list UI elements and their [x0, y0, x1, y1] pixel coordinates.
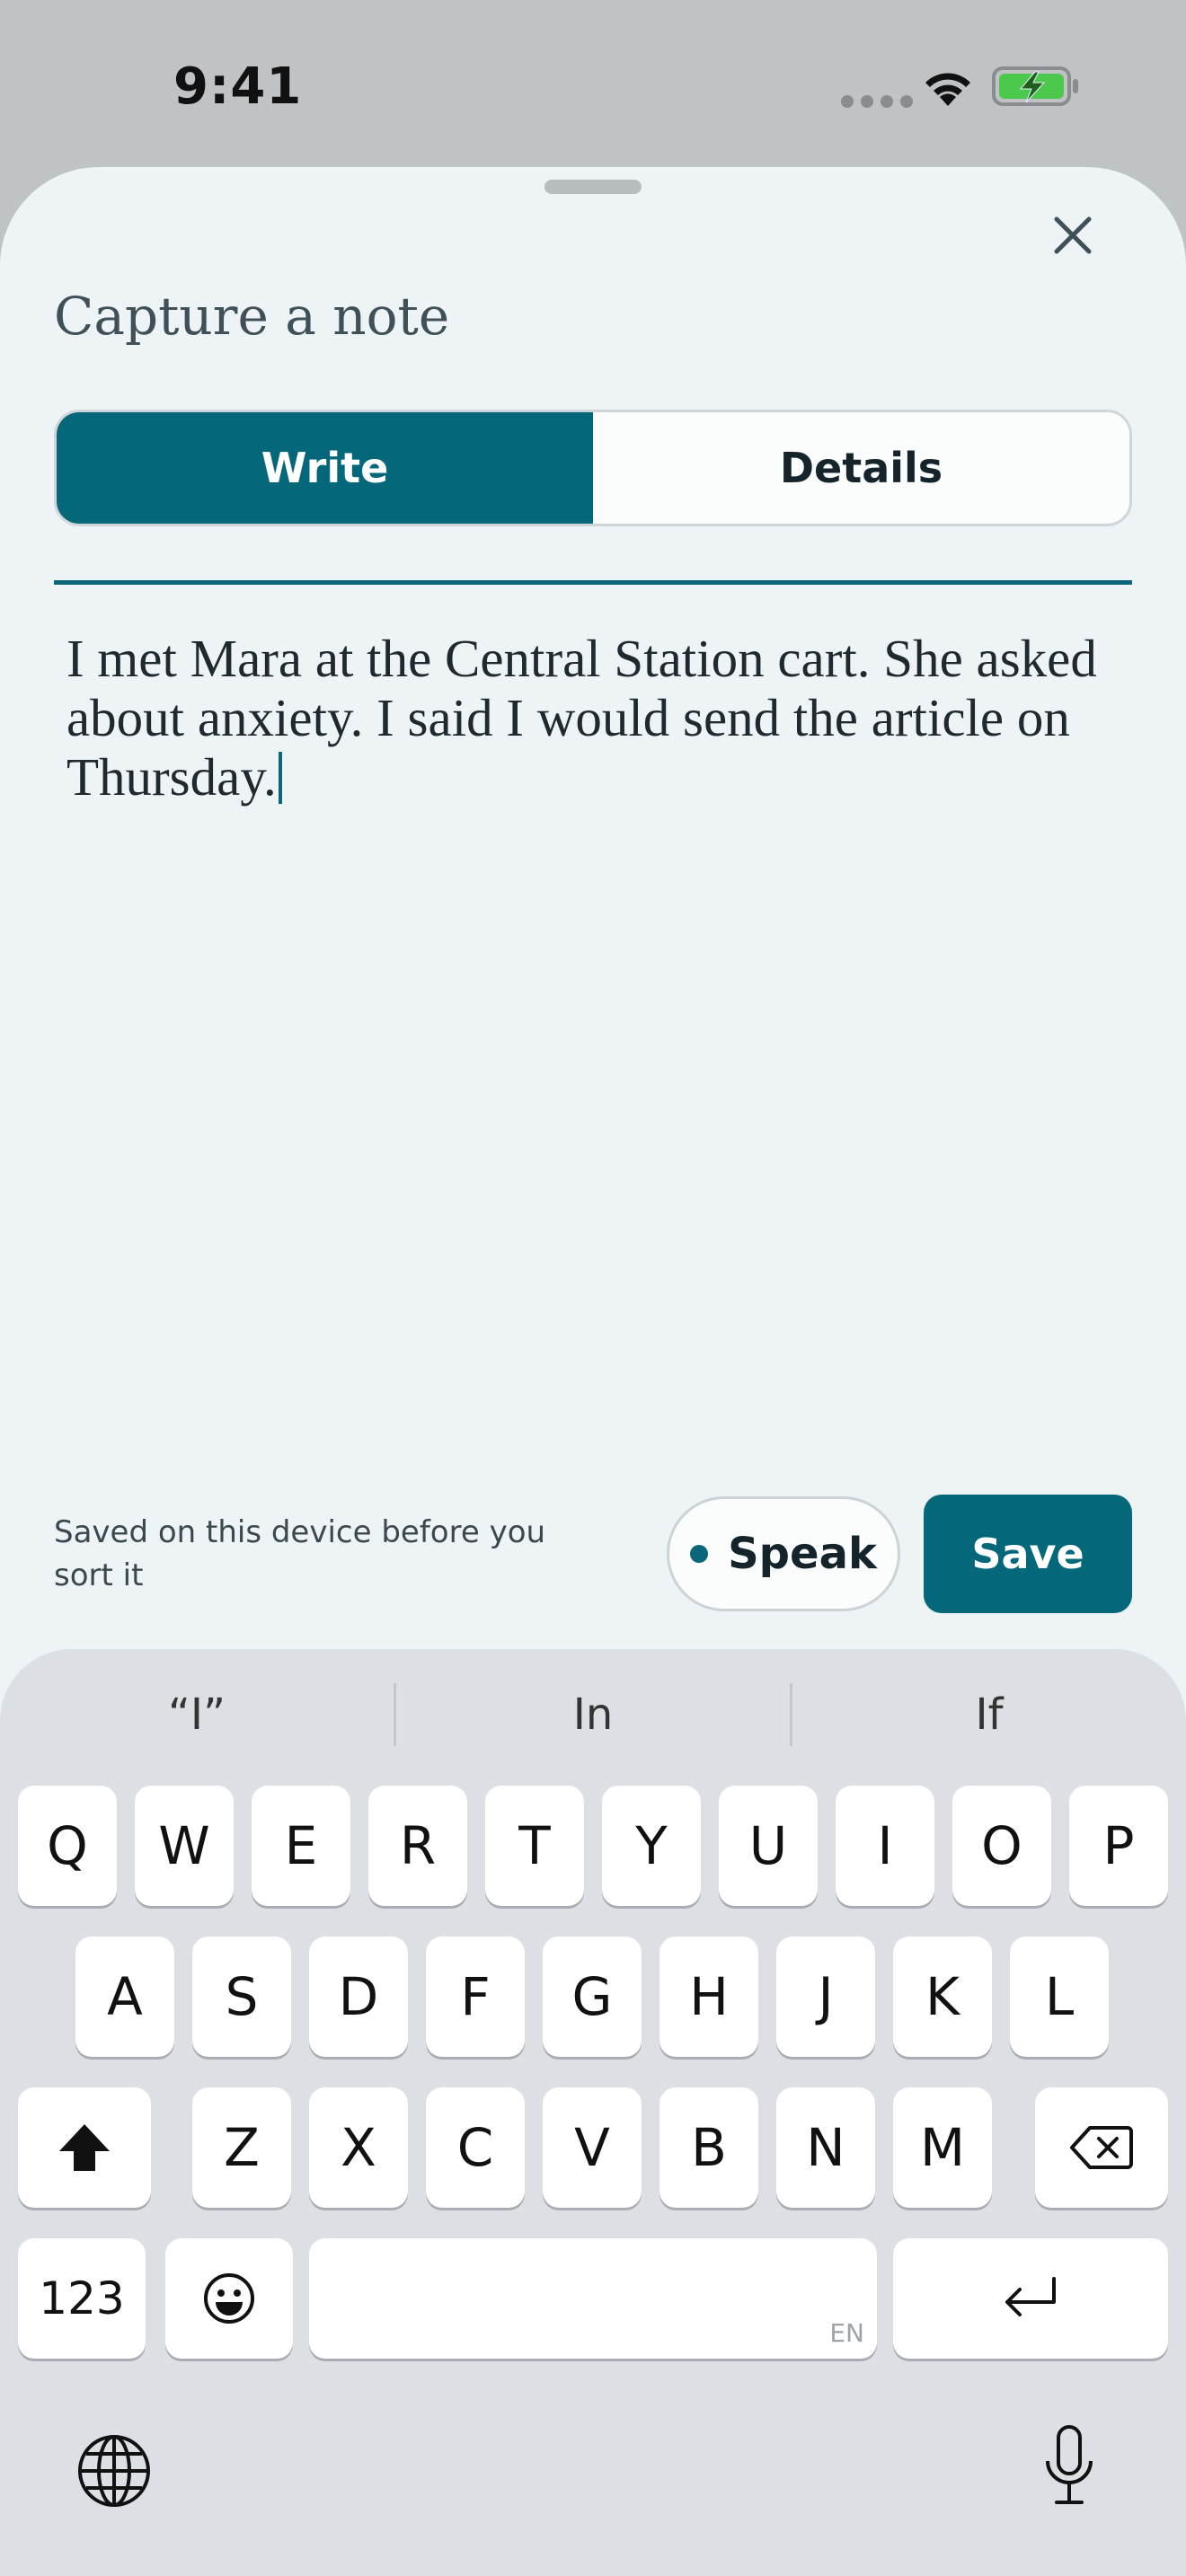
emoji-icon	[204, 2273, 254, 2324]
key-v[interactable]: V	[543, 2087, 642, 2208]
key-k[interactable]: K	[893, 1936, 992, 2057]
mode-segmented-control: Write Details	[54, 410, 1132, 526]
space-key[interactable]: EN	[309, 2238, 877, 2359]
speak-button-label: Speak	[728, 1529, 877, 1579]
key-t[interactable]: T	[485, 1786, 584, 1906]
signal-dots-icon	[841, 95, 913, 108]
key-d[interactable]: D	[309, 1936, 408, 2057]
close-icon	[1054, 216, 1092, 254]
key-m[interactable]: M	[893, 2087, 992, 2208]
suggestion-bar: “I” In If	[0, 1676, 1186, 1753]
key-h[interactable]: H	[659, 1936, 758, 2057]
key-p[interactable]: P	[1069, 1786, 1168, 1906]
shift-key[interactable]	[18, 2087, 151, 2208]
key-b[interactable]: B	[659, 2087, 758, 2208]
key-j[interactable]: J	[776, 1936, 875, 2057]
key-i[interactable]: I	[836, 1786, 934, 1906]
sheet-grabber[interactable]	[544, 180, 642, 194]
key-q[interactable]: Q	[18, 1786, 117, 1906]
sheet-title: Capture a note	[54, 286, 450, 347]
editor-divider	[54, 580, 1132, 585]
shift-icon	[59, 2124, 110, 2171]
key-n[interactable]: N	[776, 2087, 875, 2208]
tab-details[interactable]: Details	[593, 412, 1129, 524]
key-y[interactable]: Y	[602, 1786, 701, 1906]
key-e[interactable]: E	[252, 1786, 350, 1906]
key-z[interactable]: Z	[192, 2087, 291, 2208]
microphone-icon[interactable]	[1042, 2423, 1096, 2513]
key-w[interactable]: W	[135, 1786, 234, 1906]
suggestion-2[interactable]: In	[396, 1676, 790, 1753]
speak-button[interactable]: Speak	[667, 1496, 900, 1611]
return-icon	[1005, 2277, 1056, 2316]
battery-charging-icon	[992, 66, 1078, 106]
key-l[interactable]: L	[1010, 1936, 1109, 2057]
tab-write[interactable]: Write	[57, 412, 593, 524]
wifi-icon	[925, 73, 970, 106]
key-f[interactable]: F	[426, 1936, 525, 2057]
record-dot-icon	[690, 1545, 709, 1563]
numbers-key[interactable]: 123	[18, 2238, 146, 2359]
text-caret	[278, 752, 282, 804]
emoji-key[interactable]	[165, 2238, 293, 2359]
saved-status-caption: Saved on this device before you sort it	[54, 1514, 546, 1593]
delete-icon	[1070, 2126, 1133, 2169]
key-r[interactable]: R	[368, 1786, 467, 1906]
keyboard-language-label: EN	[829, 2318, 864, 2348]
note-text-content: I met Mara at the Central Station cart. …	[66, 629, 1097, 807]
key-o[interactable]: O	[952, 1786, 1051, 1906]
key-g[interactable]: G	[543, 1936, 642, 2057]
close-button[interactable]	[1044, 207, 1102, 264]
key-a[interactable]: A	[75, 1936, 174, 2057]
keyboard: “I” In If Q W E R T Y U I O P A S D F G …	[0, 1649, 1186, 2576]
key-c[interactable]: C	[426, 2087, 525, 2208]
suggestion-1[interactable]: “I”	[0, 1676, 394, 1753]
key-u[interactable]: U	[719, 1786, 818, 1906]
key-x[interactable]: X	[309, 2087, 408, 2208]
return-key[interactable]	[893, 2238, 1168, 2359]
globe-icon[interactable]	[75, 2432, 153, 2510]
key-s[interactable]: S	[192, 1936, 291, 2057]
suggestion-3[interactable]: If	[792, 1676, 1186, 1753]
status-time: 9:41	[173, 57, 303, 116]
note-text-editor[interactable]: I met Mara at the Central Station cart. …	[66, 629, 1109, 807]
delete-key[interactable]	[1035, 2087, 1168, 2208]
save-button[interactable]: Save	[924, 1495, 1132, 1613]
